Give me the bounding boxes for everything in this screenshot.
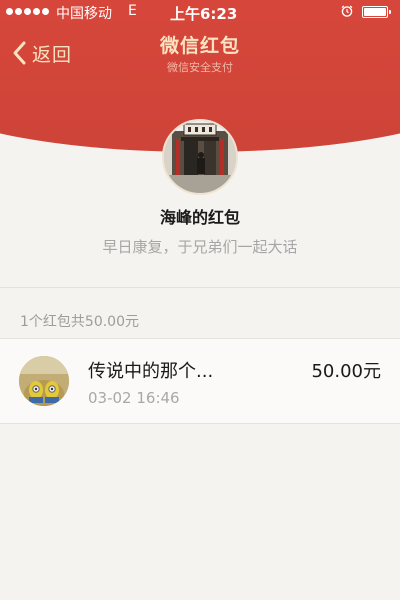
packet-summary: 1个红包共50.00元: [20, 314, 139, 330]
receive-amount: 50.00元: [311, 361, 381, 382]
status-time: 上午6:23: [170, 5, 238, 23]
blessing-message: 早日康复，于兄弟们一起大话: [102, 238, 298, 256]
receiver-avatar-image: [19, 356, 69, 406]
sender-avatar[interactable]: [162, 119, 238, 195]
sender-name: 海峰的红包: [159, 208, 240, 227]
receiver-name: 传说中的那个...: [88, 361, 214, 382]
page-subtitle: 微信安全支付: [167, 61, 233, 74]
status-bar: 中国移动 E 上午6:23: [0, 0, 400, 24]
red-packet-detail-screen: 中国移动 E 上午6:23 返回 微信红包 微信安全支付 海峰的红包 早日康复，…: [0, 0, 400, 600]
receive-time: 03-02 16:46: [88, 389, 180, 407]
signal-dots-icon: [6, 8, 49, 15]
carrier-label: 中国移动: [56, 6, 112, 22]
alarm-icon: [341, 5, 353, 17]
network-type-label: E: [128, 3, 137, 19]
list-item[interactable]: 传说中的那个... 03-02 16:46 50.00元: [0, 338, 400, 424]
sender-avatar-image: [164, 121, 236, 193]
section-divider: [0, 287, 400, 288]
page-title: 微信红包: [159, 35, 240, 57]
receiver-avatar: [19, 356, 69, 406]
battery-icon: [362, 6, 392, 18]
